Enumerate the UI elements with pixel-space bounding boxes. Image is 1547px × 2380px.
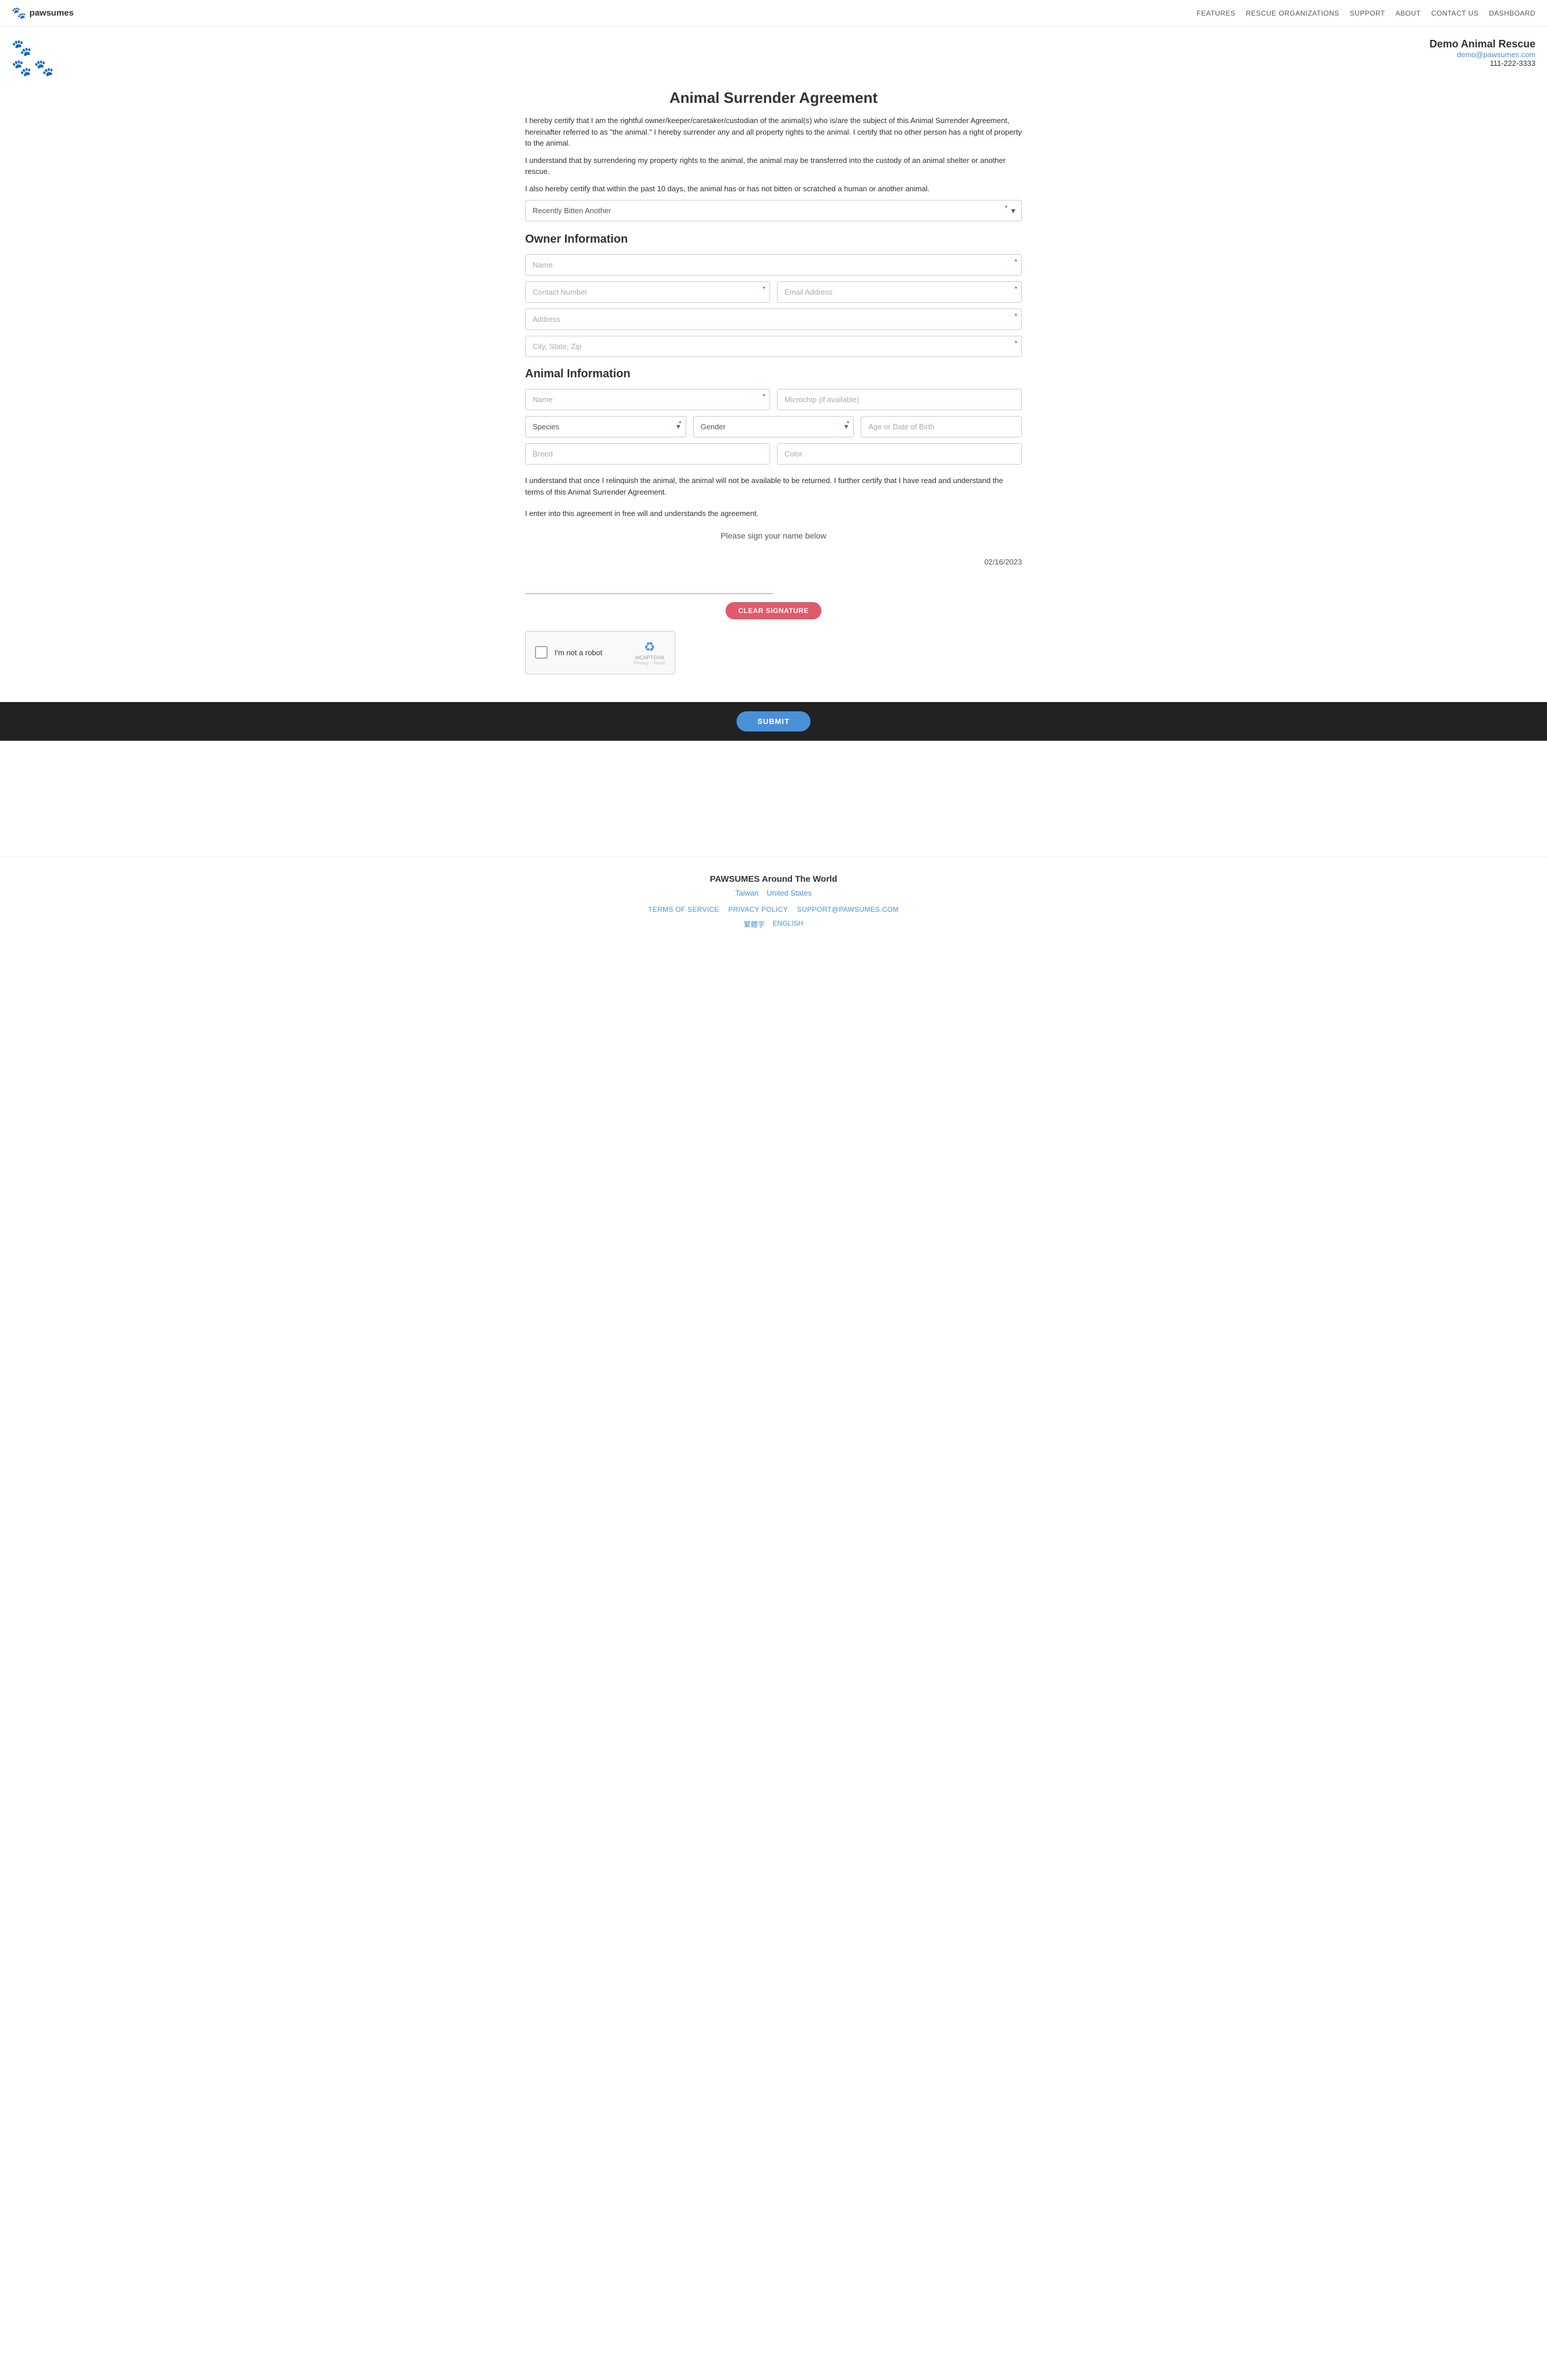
owner-name-group: * (525, 254, 1022, 276)
region-taiwan[interactable]: Taiwan (735, 889, 758, 897)
world-footer-locale: 繁體字 ENGLISH (12, 919, 1535, 929)
spacer (0, 741, 1547, 856)
agreement-text-2: I enter into this agreement in free will… (525, 508, 1022, 519)
logo-area: 🐾 🐾 🐾 (12, 38, 54, 77)
contact-email-row: * * (525, 281, 1022, 303)
email-group: * (777, 281, 1022, 303)
breed-group (525, 443, 770, 465)
nav-rescue[interactable]: RESCUE ORGANIZATIONS (1246, 9, 1340, 17)
submit-bar: SUBMIT (0, 702, 1547, 741)
address-input[interactable] (525, 309, 1022, 330)
intro-text-2: I understand that by surrendering my pro… (525, 155, 1022, 177)
recaptcha-box: I'm not a robot ♻ reCAPTCHA Privacy - Te… (525, 631, 675, 674)
animal-name-required: * (763, 392, 765, 400)
page-header: 🐾 🐾 🐾 Demo Animal Rescue demo@pawsumes.c… (0, 27, 1547, 83)
form-title: Animal Surrender Agreement (525, 89, 1022, 107)
breed-color-row (525, 443, 1022, 465)
org-info: Demo Animal Rescue demo@pawsumes.com 111… (1430, 38, 1535, 68)
owner-name-row: * (525, 254, 1022, 276)
world-footer-links: TERMS OF SERVICE PRIVACY POLICY SUPPORT@… (12, 905, 1535, 914)
world-footer-title: PAWSUMES Around The World (12, 874, 1535, 884)
animal-name-input[interactable] (525, 389, 770, 410)
world-footer-regions: Taiwan United States (12, 889, 1535, 897)
org-name: Demo Animal Rescue (1430, 38, 1535, 50)
email-input[interactable] (777, 281, 1022, 303)
age-group (861, 416, 1022, 437)
clear-signature-button[interactable]: CLEAR SIGNATURE (726, 602, 821, 619)
owner-section-title: Owner Information (525, 233, 1022, 246)
locale-english[interactable]: ENGLISH (773, 919, 804, 929)
submit-button[interactable]: SUBMIT (737, 711, 810, 732)
gender-required: * (847, 419, 850, 428)
address-required: * (1014, 312, 1017, 320)
signature-label: Please sign your name below (525, 531, 1022, 540)
recaptcha-label: I'm not a robot (555, 648, 603, 657)
microchip-input[interactable] (777, 389, 1022, 410)
nav-features[interactable]: FEATURES (1197, 9, 1236, 17)
contact-number-input[interactable] (525, 281, 770, 303)
intro-text-1: I hereby certify that I am the rightful … (525, 115, 1022, 149)
email-required: * (1014, 285, 1017, 293)
species-required: * (679, 419, 682, 428)
color-input[interactable] (777, 443, 1022, 465)
signature-section: Please sign your name below 02/16/2023 C… (525, 531, 1022, 619)
nav-logo: 🐾 pawsumes (12, 6, 74, 20)
paw-icon-1: 🐾 (12, 38, 32, 57)
nav-logo-text: pawsumes (29, 8, 74, 18)
paw-icon-2: 🐾 (12, 58, 32, 77)
recaptcha-logo: ♻ reCAPTCHA Privacy - Terms (634, 640, 665, 666)
contact-number-group: * (525, 281, 770, 303)
city-input[interactable] (525, 336, 1022, 357)
paw-icon: 🐾 (12, 6, 26, 20)
support-link[interactable]: SUPPORT@PAWSUMES.COM (797, 905, 899, 914)
nav-support[interactable]: SUPPORT (1349, 9, 1385, 17)
animal-name-microchip-row: * (525, 389, 1022, 410)
signature-canvas[interactable] (525, 571, 774, 594)
world-footer: PAWSUMES Around The World Taiwan United … (0, 856, 1547, 941)
owner-name-input[interactable] (525, 254, 1022, 276)
privacy-link[interactable]: PRIVACY POLICY (728, 905, 788, 914)
signature-date: 02/16/2023 (525, 558, 1022, 566)
locale-traditional[interactable]: 繁體字 (744, 919, 765, 929)
gender-group: Gender Male Female * ▼ (693, 416, 854, 437)
intro-text-3: I also hereby certify that within the pa… (525, 183, 1022, 195)
nav-contact[interactable]: CONTACT US (1431, 9, 1479, 17)
animal-name-group: * (525, 389, 770, 410)
nav-dashboard[interactable]: DASHBOARD (1489, 9, 1535, 17)
animal-section-title: Animal Information (525, 367, 1022, 381)
main-content: Animal Surrender Agreement I hereby cert… (514, 83, 1033, 702)
bitten-required-star: * (1005, 204, 1007, 212)
contact-required: * (763, 285, 765, 293)
microchip-group (777, 389, 1022, 410)
bitten-select-wrapper: Recently Bitten Another Yes No * ▼ (525, 200, 1022, 221)
recaptcha-brand: reCAPTCHA (634, 655, 665, 660)
recaptcha-sub: Privacy - Terms (634, 660, 665, 666)
breed-input[interactable] (525, 443, 770, 465)
paw-icon-3: 🐾 (34, 58, 54, 77)
city-group: * (525, 336, 1022, 357)
color-group (777, 443, 1022, 465)
org-email: demo@pawsumes.com (1430, 50, 1535, 59)
nav-about[interactable]: ABOUT (1396, 9, 1421, 17)
terms-link[interactable]: TERMS OF SERVICE (648, 905, 719, 914)
org-phone: 111-222-3333 (1430, 59, 1535, 68)
gender-select[interactable]: Gender Male Female (693, 416, 854, 437)
navbar: 🐾 pawsumes FEATURES RESCUE ORGANIZATIONS… (0, 0, 1547, 27)
paw-group: 🐾 🐾 🐾 (12, 38, 54, 77)
city-required: * (1014, 339, 1017, 347)
species-group: Species Dog Cat Other * ▼ (525, 416, 686, 437)
bitten-select[interactable]: Recently Bitten Another Yes No (526, 201, 1021, 221)
species-gender-age-row: Species Dog Cat Other * ▼ Gender Male Fe… (525, 416, 1022, 437)
address-row: * (525, 309, 1022, 330)
address-group: * (525, 309, 1022, 330)
recaptcha-icon: ♻ (634, 640, 665, 655)
nav-links: FEATURES RESCUE ORGANIZATIONS SUPPORT AB… (1197, 9, 1535, 17)
age-input[interactable] (861, 416, 1022, 437)
species-select[interactable]: Species Dog Cat Other (525, 416, 686, 437)
agreement-text-1: I understand that once I relinquish the … (525, 475, 1022, 497)
recaptcha-checkbox[interactable] (535, 646, 548, 659)
region-us[interactable]: United States (767, 889, 812, 897)
city-row: * (525, 336, 1022, 357)
owner-name-required: * (1014, 258, 1017, 266)
